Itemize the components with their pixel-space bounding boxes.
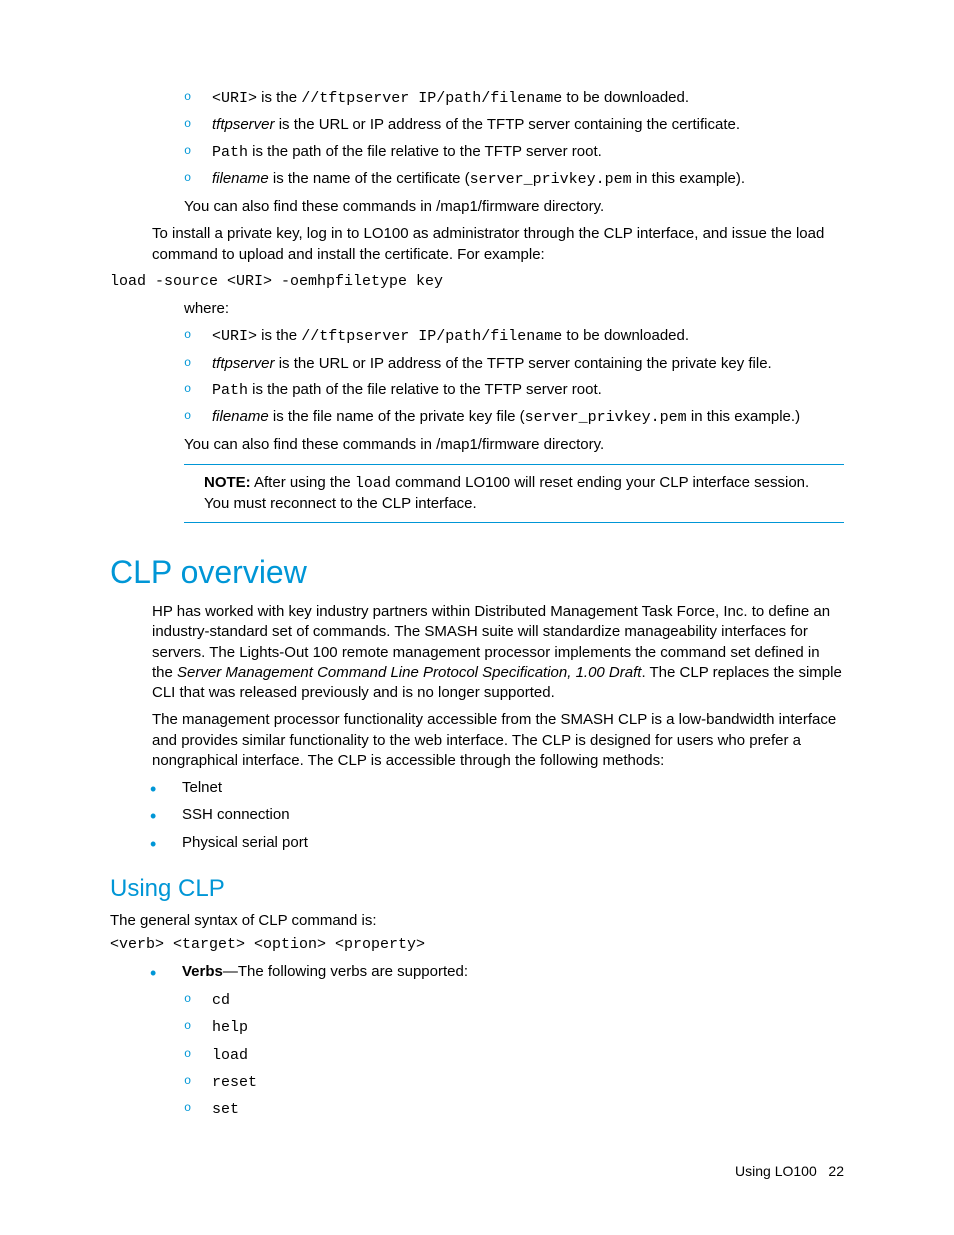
list-item: Telnet [150, 778, 844, 798]
list-item: cd [184, 990, 844, 1011]
list-item: Path is the path of the file relative to… [184, 142, 844, 163]
verb: cd [212, 992, 230, 1009]
text: in this example). [632, 170, 745, 187]
text: is the file name of the private key file… [269, 408, 525, 425]
paragraph: You can also find these commands in /map… [184, 197, 844, 217]
text: is the URL or IP address of the TFTP ser… [275, 116, 741, 133]
text: in this example.) [687, 408, 800, 425]
term: tftpserver [212, 355, 275, 372]
list-item: help [184, 1017, 844, 1038]
term: tftpserver [212, 116, 275, 133]
list-item: <URI> is the //tftpserver IP/path/filena… [184, 326, 844, 347]
list-item: set [184, 1099, 844, 1120]
term: filename [212, 170, 269, 187]
paragraph: The management processor functionality a… [152, 710, 844, 771]
text: to be downloaded. [562, 89, 689, 106]
paragraph: You can also find these commands in /map… [184, 435, 844, 455]
paragraph: HP has worked with key industry partners… [152, 602, 844, 703]
verb: help [212, 1019, 248, 1036]
page-number: 22 [828, 1163, 844, 1179]
command: load -source <URI> -oemhpfiletype key [110, 272, 844, 292]
list-item: <URI> is the //tftpserver IP/path/filena… [184, 88, 844, 109]
text: is the path of the file relative to the … [248, 143, 602, 160]
list-item: Physical serial port [150, 833, 844, 853]
list-item: filename is the file name of the private… [184, 407, 844, 428]
code: server_privkey.pem [470, 171, 632, 188]
code: load [355, 475, 391, 492]
verb: load [212, 1047, 248, 1064]
text: After using the [251, 474, 355, 491]
syntax: <verb> <target> <option> <property> [110, 935, 844, 955]
paragraph: The general syntax of CLP command is: [110, 911, 844, 931]
list-item: SSH connection [150, 805, 844, 825]
verb: reset [212, 1074, 257, 1091]
text: is the [257, 327, 301, 344]
code: Path [212, 382, 248, 399]
list-item: filename is the name of the certificate … [184, 169, 844, 190]
code: <URI> [212, 328, 257, 345]
doc-title: Server Management Command Line Protocol … [177, 664, 641, 681]
text: —The following verbs are supported: [223, 963, 468, 980]
page: <URI> is the //tftpserver IP/path/filena… [0, 0, 954, 1235]
text: is the URL or IP address of the TFTP ser… [275, 355, 772, 372]
code: server_privkey.pem [525, 409, 687, 426]
verbs-section: Verbs—The following verbs are supported:… [150, 962, 844, 1121]
code: //tftpserver IP/path/filename [301, 90, 562, 107]
methods-list: Telnet SSH connection Physical serial po… [150, 778, 844, 853]
note-box: NOTE: After using the load command LO100… [184, 464, 844, 524]
verb: set [212, 1101, 239, 1118]
where-label: where: [184, 299, 844, 319]
note-label: NOTE: [204, 474, 251, 491]
text: is the path of the file relative to the … [248, 381, 602, 398]
list-item: tftpserver is the URL or IP address of t… [184, 354, 844, 374]
term: filename [212, 408, 269, 425]
list-item: load [184, 1045, 844, 1066]
footer: Using LO100 22 [735, 1162, 844, 1181]
text: is the [257, 89, 301, 106]
code: //tftpserver IP/path/filename [301, 328, 562, 345]
footer-label: Using LO100 [735, 1163, 817, 1179]
text: to be downloaded. [562, 327, 689, 344]
verbs-list: cd help load reset set [184, 990, 844, 1120]
list-item: tftpserver is the URL or IP address of t… [184, 115, 844, 135]
code: Path [212, 144, 248, 161]
list-item: reset [184, 1072, 844, 1093]
uri-parts-list-2: <URI> is the //tftpserver IP/path/filena… [184, 326, 844, 428]
verbs-label: Verbs [182, 963, 223, 980]
list-item: Path is the path of the file relative to… [184, 380, 844, 401]
code: <URI> [212, 90, 257, 107]
text: is the name of the certificate ( [269, 170, 470, 187]
uri-parts-list-1: <URI> is the //tftpserver IP/path/filena… [184, 88, 844, 190]
paragraph: To install a private key, log in to LO10… [152, 224, 844, 265]
heading-clp-overview: CLP overview [110, 551, 844, 594]
heading-using-clp: Using CLP [110, 873, 844, 905]
list-item: Verbs—The following verbs are supported:… [150, 962, 844, 1121]
